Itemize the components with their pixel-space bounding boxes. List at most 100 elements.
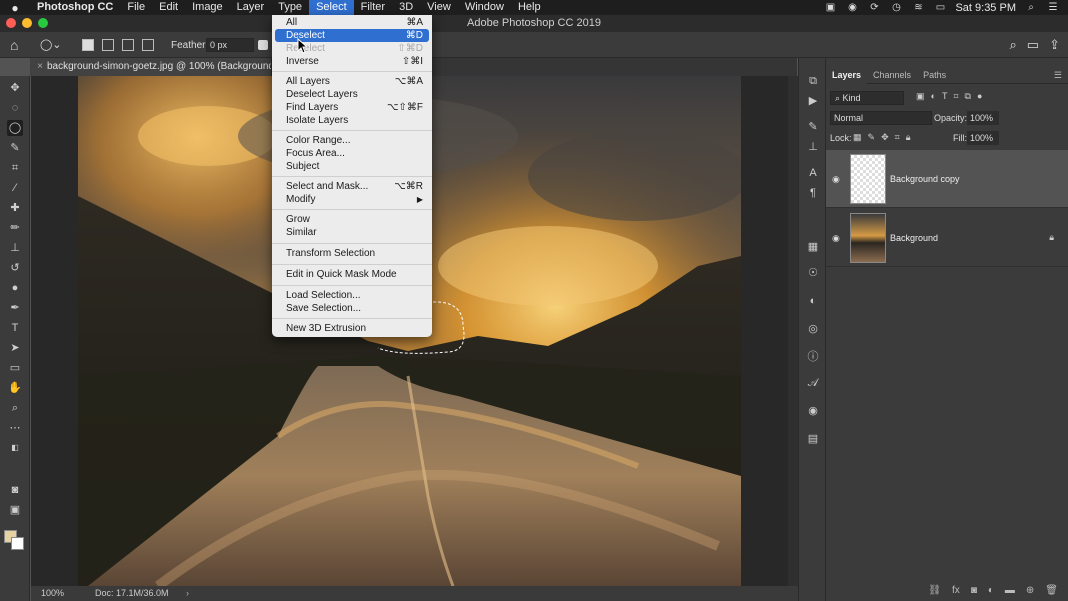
- lock-transparency-icon[interactable]: ▦: [853, 132, 862, 143]
- tab-layers[interactable]: Layers: [826, 66, 868, 84]
- menu-item-find-layers[interactable]: Find Layers ⌥⇧⌘F: [275, 101, 429, 114]
- menu-item-color-range[interactable]: Color Range...: [275, 134, 429, 147]
- menu-item-subject[interactable]: Subject: [275, 160, 429, 173]
- time-machine-icon[interactable]: ◷: [889, 2, 903, 13]
- intersect-selection-button[interactable]: [142, 39, 154, 51]
- menu-item-isolate-layers[interactable]: Isolate Layers: [275, 114, 429, 127]
- new-group-icon[interactable]: ▬: [1005, 585, 1015, 596]
- history-icon[interactable]: ⧉: [806, 74, 820, 88]
- layer-row-background-copy[interactable]: ◉ Background copy: [826, 150, 1068, 208]
- eye-icon[interactable]: ◉: [832, 174, 840, 185]
- menu-item-all-layers[interactable]: All Layers ⌥⌘A: [275, 75, 429, 88]
- lock-artboard-icon[interactable]: ⌗: [895, 132, 900, 143]
- background-color-swatch[interactable]: [11, 537, 24, 550]
- menu-help[interactable]: Help: [511, 0, 548, 15]
- pen-tool-icon[interactable]: ✒: [7, 300, 23, 316]
- move-tool-icon[interactable]: ✥: [7, 80, 23, 96]
- adjustment-filter-icon[interactable]: ◐: [931, 91, 936, 102]
- screen-mode-icon[interactable]: ▣: [7, 502, 23, 518]
- apple-icon[interactable]: ●: [0, 1, 30, 15]
- feather-input[interactable]: 0 px: [206, 38, 254, 52]
- wifi-icon[interactable]: ≋: [911, 2, 925, 13]
- fx-icon[interactable]: fx: [952, 585, 960, 596]
- anti-alias-checkbox[interactable]: [258, 40, 268, 50]
- menu-window[interactable]: Window: [458, 0, 511, 15]
- tab-paths[interactable]: Paths: [917, 66, 952, 84]
- eyedropper-tool-icon[interactable]: ⁄: [7, 180, 23, 196]
- swatches-icon[interactable]: ▦: [806, 240, 820, 254]
- hand-tool-icon[interactable]: ✋: [7, 380, 23, 396]
- eye-icon[interactable]: ◉: [832, 233, 840, 244]
- menu-item-modify[interactable]: Modify ▶: [275, 193, 429, 206]
- home-icon[interactable]: ⌂: [10, 37, 18, 53]
- close-tab-icon[interactable]: ×: [33, 58, 47, 76]
- adjustments-icon[interactable]: ◐: [806, 294, 820, 308]
- default-colors-icon[interactable]: ◧: [7, 440, 23, 456]
- menu-view[interactable]: View: [420, 0, 458, 15]
- menu-item-inverse[interactable]: Inverse ⇧⌘I: [275, 55, 429, 68]
- opacity-input[interactable]: 100%: [967, 111, 999, 125]
- menu-item-save-selection[interactable]: Save Selection...: [275, 302, 429, 315]
- document-tab[interactable]: × background-simon-goetz.jpg @ 100% (Back…: [30, 58, 272, 76]
- menu-select[interactable]: Select: [309, 0, 354, 15]
- libraries-icon[interactable]: ◎: [806, 322, 820, 336]
- clone-source-icon[interactable]: ⊥: [806, 140, 820, 154]
- screen-record-icon[interactable]: ▣: [823, 2, 837, 13]
- panel-menu-icon[interactable]: ☰: [1054, 70, 1062, 81]
- glyphs-icon[interactable]: 𝒜: [806, 376, 820, 390]
- fill-input[interactable]: 100%: [967, 131, 999, 145]
- vertical-scrollbar[interactable]: [788, 76, 798, 586]
- share-icon[interactable]: ⇪: [1049, 37, 1060, 53]
- type-tool-icon[interactable]: T: [7, 320, 23, 336]
- crop-tool-icon[interactable]: ⌗: [7, 160, 23, 176]
- tab-channels[interactable]: Channels: [867, 66, 917, 84]
- menu-3d[interactable]: 3D: [392, 0, 420, 15]
- menu-type[interactable]: Type: [271, 0, 309, 15]
- menu-item-new-3d-extrusion[interactable]: New 3D Extrusion: [275, 322, 429, 335]
- zoom-level[interactable]: 100%: [41, 588, 64, 598]
- clone-stamp-tool-icon[interactable]: ⊥: [7, 240, 23, 256]
- lasso-tool-icon[interactable]: ◯: [7, 120, 23, 136]
- menu-clock[interactable]: Sat 9:35 PM: [955, 2, 1016, 14]
- menu-item-similar[interactable]: Similar: [275, 226, 429, 239]
- search-icon[interactable]: ⌕: [1010, 37, 1017, 53]
- layer-row-background[interactable]: ◉ Background 🔒︎: [826, 209, 1068, 267]
- menu-file[interactable]: File: [120, 0, 152, 15]
- menu-item-select-and-mask[interactable]: Select and Mask... ⌥⌘R: [275, 180, 429, 193]
- smart-object-filter-icon[interactable]: ⧉: [965, 91, 971, 102]
- menu-item-deselect-layers[interactable]: Deselect Layers: [275, 88, 429, 101]
- lock-position-icon[interactable]: ✥: [881, 132, 889, 143]
- new-selection-button[interactable]: [82, 39, 94, 51]
- rectangle-tool-icon[interactable]: ▭: [7, 360, 23, 376]
- menu-edit[interactable]: Edit: [152, 0, 185, 15]
- filter-kind-select[interactable]: ⌕ Kind: [830, 91, 904, 105]
- workspace-icon[interactable]: ▭: [1027, 37, 1039, 53]
- document-size[interactable]: Doc: 17.1M/36.0M: [95, 588, 169, 598]
- menu-item-all[interactable]: All ⌘A: [275, 16, 429, 29]
- paragraph-icon[interactable]: ¶: [806, 186, 820, 200]
- marquee-tool-icon[interactable]: ◌: [7, 100, 23, 116]
- menu-filter[interactable]: Filter: [354, 0, 392, 15]
- menu-app[interactable]: Photoshop CC: [30, 0, 120, 15]
- blend-mode-select[interactable]: Normal: [830, 111, 932, 125]
- properties-icon[interactable]: ▤: [806, 432, 820, 446]
- layer-name[interactable]: Background copy: [890, 174, 960, 184]
- search-icon[interactable]: ⌕: [1024, 2, 1038, 13]
- subtract-selection-button[interactable]: [122, 39, 134, 51]
- 3d-icon[interactable]: ◉: [806, 404, 820, 418]
- lasso-preset-icon[interactable]: ◯⌄: [40, 38, 68, 52]
- path-selection-tool-icon[interactable]: ➤: [7, 340, 23, 356]
- actions-icon[interactable]: ▶: [806, 94, 820, 108]
- add-selection-button[interactable]: [102, 39, 114, 51]
- menu-list-icon[interactable]: ☰: [1046, 2, 1060, 13]
- add-mask-icon[interactable]: ◙: [971, 585, 977, 596]
- zoom-tool-icon[interactable]: ⌕: [7, 400, 23, 416]
- creative-cloud-icon[interactable]: ◉: [845, 2, 859, 13]
- adjustment-layer-icon[interactable]: ◐: [988, 585, 994, 596]
- menu-image[interactable]: Image: [185, 0, 230, 15]
- filter-toggle-icon[interactable]: ●: [977, 91, 982, 102]
- menu-item-load-selection[interactable]: Load Selection...: [275, 289, 429, 302]
- learn-icon[interactable]: ☉: [806, 266, 820, 280]
- shape-filter-icon[interactable]: ⌗: [953, 91, 958, 102]
- menu-item-focus-area[interactable]: Focus Area...: [275, 147, 429, 160]
